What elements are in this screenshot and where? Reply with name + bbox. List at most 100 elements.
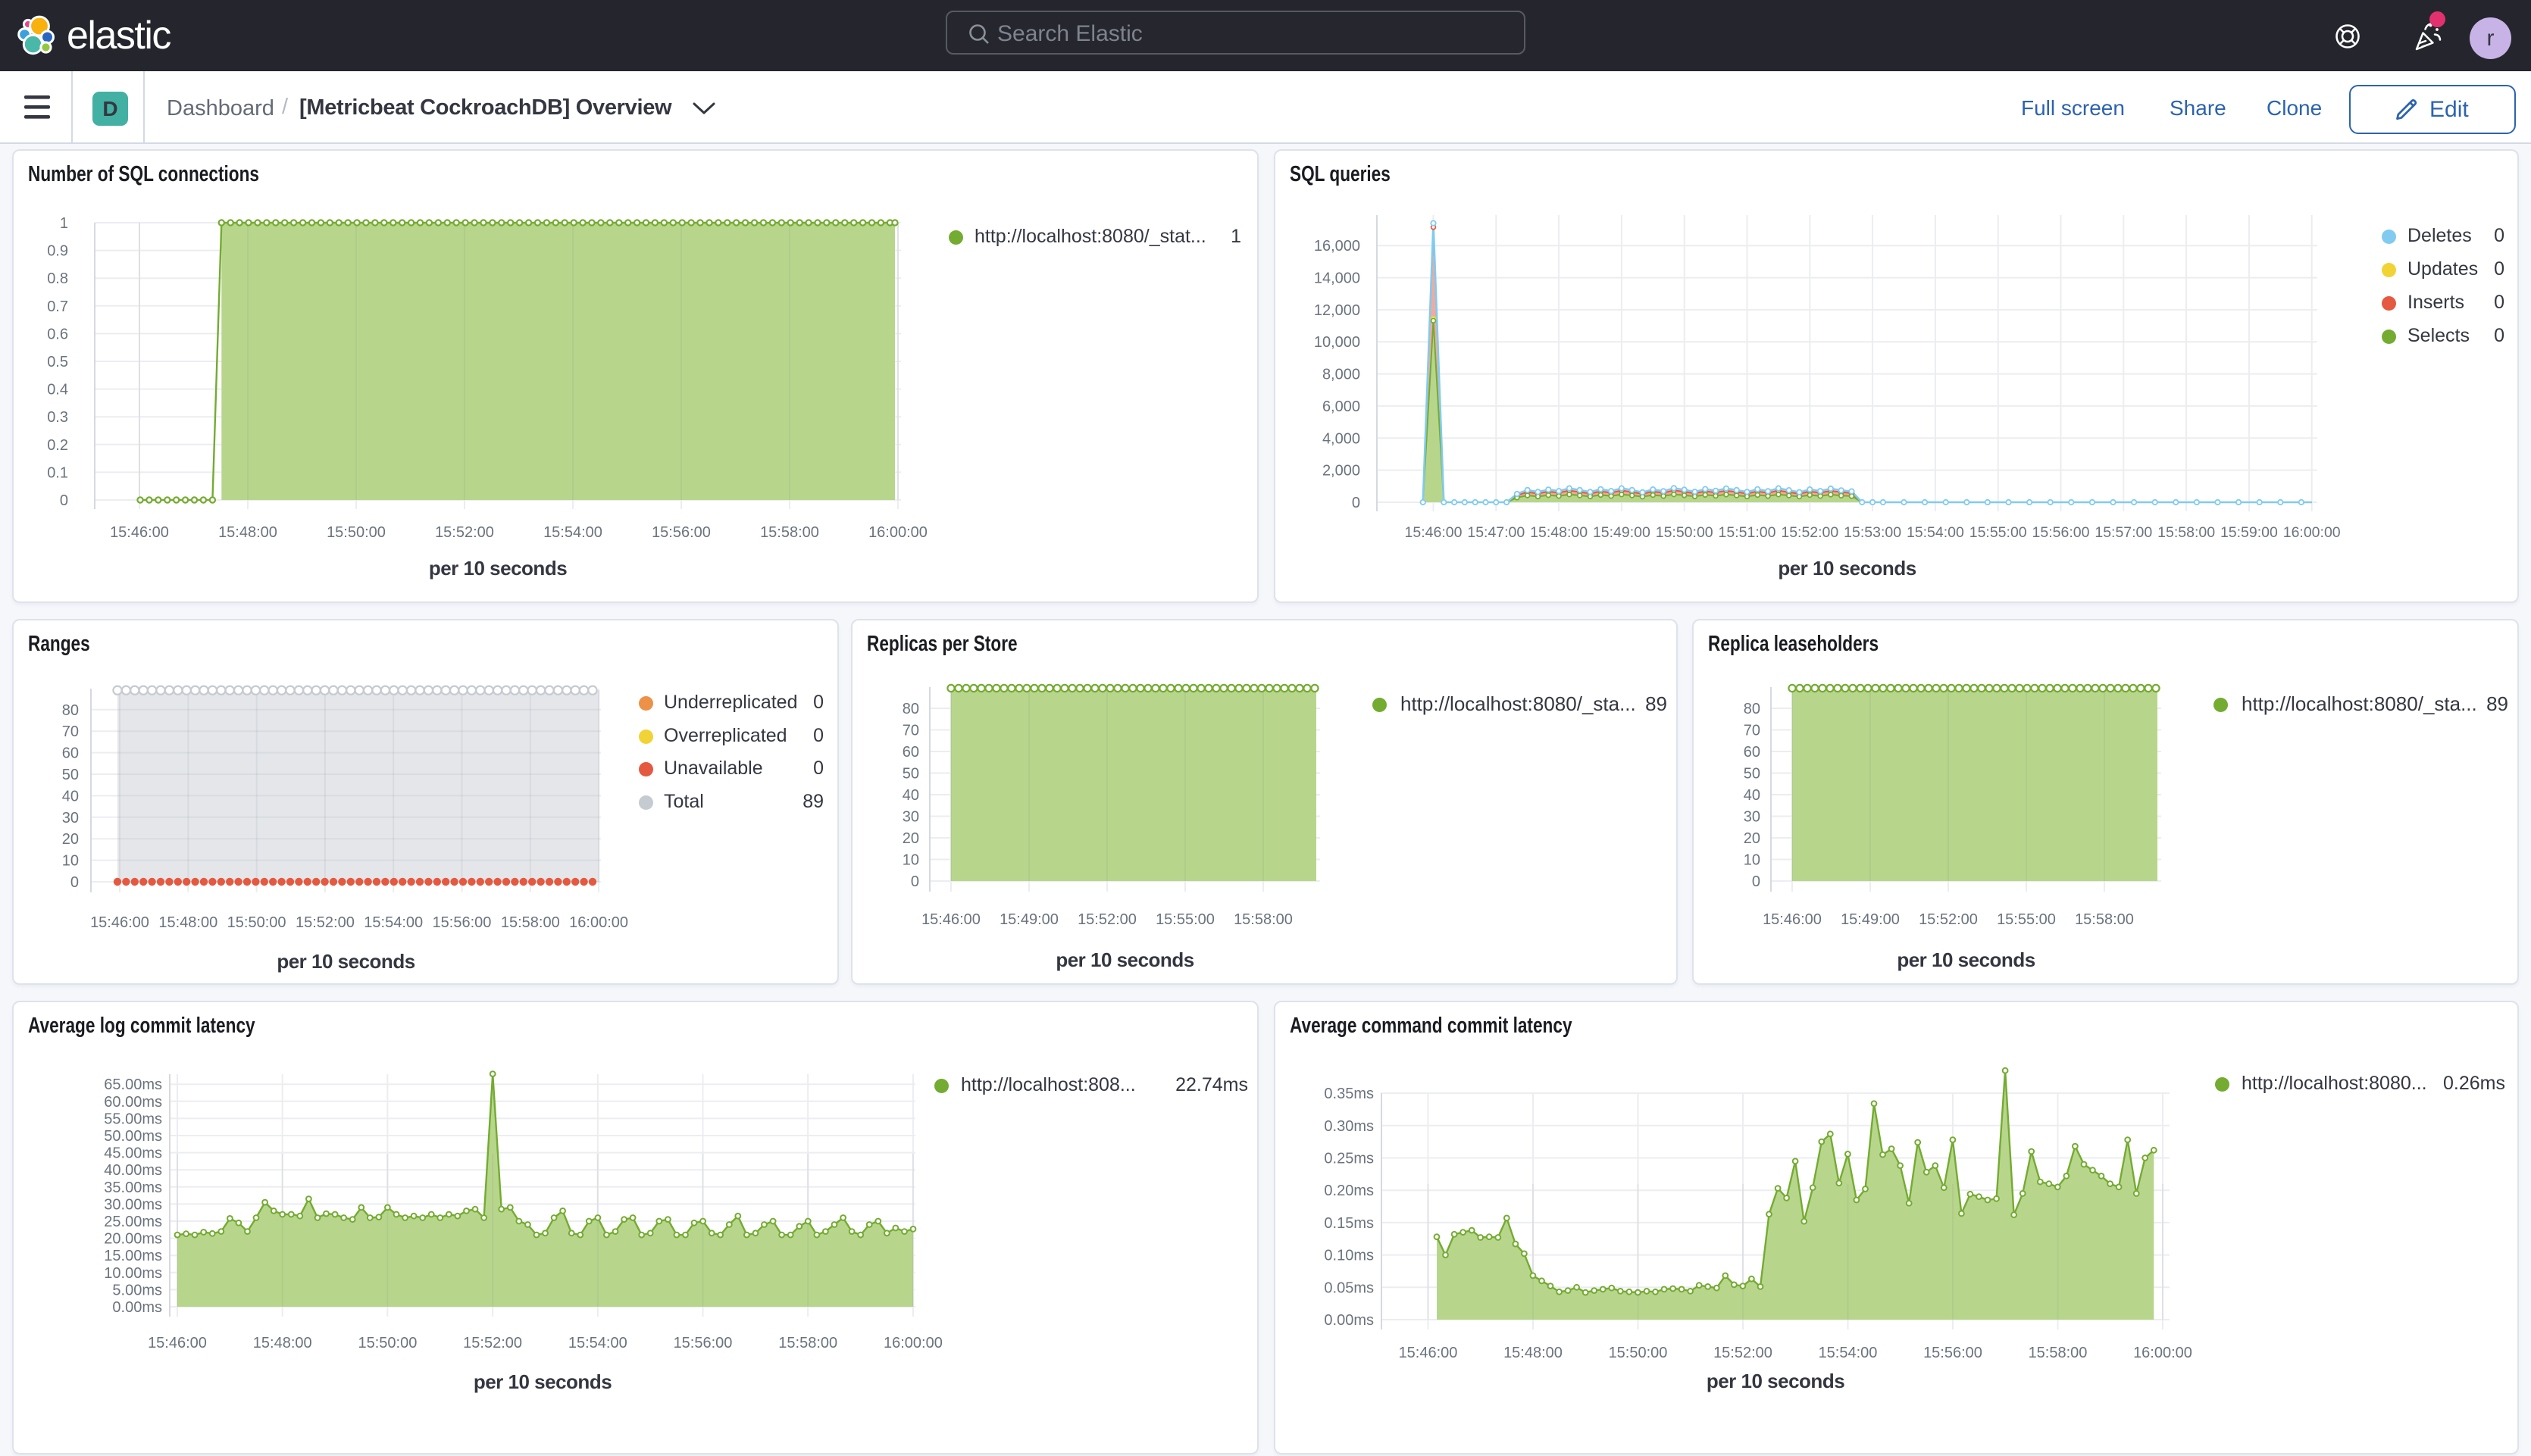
svg-text:16:00:00: 16:00:00 [2283,524,2341,541]
svg-text:15:56:00: 15:56:00 [1923,1345,1982,1361]
svg-text:0.6: 0.6 [47,326,68,342]
svg-text:15:49:00: 15:49:00 [1593,524,1650,541]
svg-text:15:46:00: 15:46:00 [148,1335,207,1351]
svg-text:15:55:00: 15:55:00 [1156,911,1215,928]
svg-text:per 10 seconds: per 10 seconds [1707,1370,1844,1392]
svg-text:80: 80 [1744,701,1760,717]
svg-text:16:00:00: 16:00:00 [884,1335,943,1351]
svg-text:65.00ms: 65.00ms [104,1076,162,1093]
svg-text:15:47:00: 15:47:00 [1467,524,1525,541]
svg-text:5.00ms: 5.00ms [112,1282,162,1298]
svg-text:0.15ms: 0.15ms [1324,1215,1374,1232]
svg-text:15:48:00: 15:48:00 [158,914,217,931]
svg-text:8,000: 8,000 [1322,367,1360,383]
svg-text:15:52:00: 15:52:00 [1713,1345,1772,1361]
svg-text:15:56:00: 15:56:00 [2032,524,2090,541]
svg-text:per 10 seconds: per 10 seconds [1056,948,1194,971]
svg-text:0.05ms: 0.05ms [1324,1279,1374,1296]
svg-text:15:48:00: 15:48:00 [1503,1345,1563,1361]
svg-text:0.3: 0.3 [47,409,68,426]
svg-text:60: 60 [1744,744,1760,761]
svg-text:0.8: 0.8 [47,270,68,287]
svg-text:0.00ms: 0.00ms [112,1299,162,1316]
svg-text:15:52:00: 15:52:00 [463,1335,522,1351]
svg-text:15:52:00: 15:52:00 [435,524,494,541]
svg-text:20: 20 [903,830,919,847]
svg-text:0: 0 [911,873,919,890]
svg-text:10: 10 [1744,852,1760,869]
svg-text:30: 30 [62,810,79,826]
svg-text:per 10 seconds: per 10 seconds [429,557,567,580]
svg-text:15:55:00: 15:55:00 [1969,524,2027,541]
svg-text:14,000: 14,000 [1314,270,1360,287]
svg-text:20: 20 [1744,830,1760,847]
svg-text:15:58:00: 15:58:00 [2075,911,2134,928]
svg-text:16:00:00: 16:00:00 [868,524,928,541]
svg-text:15.00ms: 15.00ms [104,1248,162,1264]
svg-text:0.9: 0.9 [47,243,68,260]
svg-text:0.10ms: 0.10ms [1324,1248,1374,1264]
svg-text:15:52:00: 15:52:00 [1078,911,1137,928]
svg-text:16:00:00: 16:00:00 [2133,1345,2192,1361]
svg-text:10: 10 [62,853,79,870]
svg-text:15:58:00: 15:58:00 [1234,911,1293,928]
svg-text:15:52:00: 15:52:00 [296,914,355,931]
svg-text:20: 20 [62,831,79,848]
svg-text:50: 50 [1744,766,1760,783]
svg-text:6,000: 6,000 [1322,398,1360,415]
svg-text:15:57:00: 15:57:00 [2095,524,2152,541]
svg-text:15:53:00: 15:53:00 [1844,524,1901,541]
svg-text:2,000: 2,000 [1322,463,1360,480]
svg-text:per 10 seconds: per 10 seconds [277,950,415,973]
svg-text:15:46:00: 15:46:00 [1405,524,1463,541]
svg-text:16,000: 16,000 [1314,238,1360,255]
svg-text:0.25ms: 0.25ms [1324,1151,1374,1167]
svg-text:30: 30 [903,809,919,826]
svg-text:15:52:00: 15:52:00 [1781,524,1838,541]
svg-text:80: 80 [903,701,919,717]
svg-text:15:54:00: 15:54:00 [568,1335,627,1351]
svg-text:30: 30 [1744,809,1760,826]
svg-text:70: 70 [903,723,919,739]
svg-text:0: 0 [60,492,68,509]
svg-text:15:58:00: 15:58:00 [2029,1345,2088,1361]
svg-text:15:50:00: 15:50:00 [227,914,286,931]
svg-text:15:54:00: 15:54:00 [1819,1345,1878,1361]
svg-text:0.00ms: 0.00ms [1324,1312,1374,1329]
svg-text:50.00ms: 50.00ms [104,1128,162,1145]
svg-text:60: 60 [903,744,919,761]
svg-text:0.20ms: 0.20ms [1324,1183,1374,1199]
svg-text:1: 1 [60,215,68,232]
svg-text:15:54:00: 15:54:00 [543,524,602,541]
svg-text:20.00ms: 20.00ms [104,1231,162,1248]
svg-text:40.00ms: 40.00ms [104,1162,162,1179]
svg-text:15:46:00: 15:46:00 [110,524,169,541]
svg-text:15:50:00: 15:50:00 [358,1335,417,1351]
svg-text:45.00ms: 45.00ms [104,1145,162,1162]
svg-text:15:58:00: 15:58:00 [501,914,560,931]
svg-text:0.4: 0.4 [47,382,68,398]
svg-text:15:56:00: 15:56:00 [652,524,711,541]
svg-text:30.00ms: 30.00ms [104,1196,162,1213]
svg-text:15:46:00: 15:46:00 [921,911,981,928]
svg-text:per 10 seconds: per 10 seconds [1778,557,1916,580]
svg-text:0.2: 0.2 [47,437,68,454]
svg-text:15:46:00: 15:46:00 [90,914,149,931]
svg-text:15:46:00: 15:46:00 [1399,1345,1458,1361]
svg-text:4,000: 4,000 [1322,430,1360,447]
svg-text:60.00ms: 60.00ms [104,1094,162,1111]
svg-text:15:59:00: 15:59:00 [2220,524,2278,541]
svg-text:15:58:00: 15:58:00 [2157,524,2215,541]
svg-text:70: 70 [1744,723,1760,739]
svg-text:15:48:00: 15:48:00 [218,524,277,541]
svg-text:55.00ms: 55.00ms [104,1111,162,1127]
svg-text:15:51:00: 15:51:00 [1719,524,1776,541]
svg-text:0: 0 [1752,873,1760,890]
svg-text:15:58:00: 15:58:00 [778,1335,837,1351]
svg-text:10: 10 [903,852,919,869]
svg-text:15:49:00: 15:49:00 [1000,911,1059,928]
svg-text:15:54:00: 15:54:00 [1907,524,1964,541]
svg-text:15:56:00: 15:56:00 [674,1335,733,1351]
svg-text:0.7: 0.7 [47,298,68,315]
svg-text:16:00:00: 16:00:00 [569,914,628,931]
